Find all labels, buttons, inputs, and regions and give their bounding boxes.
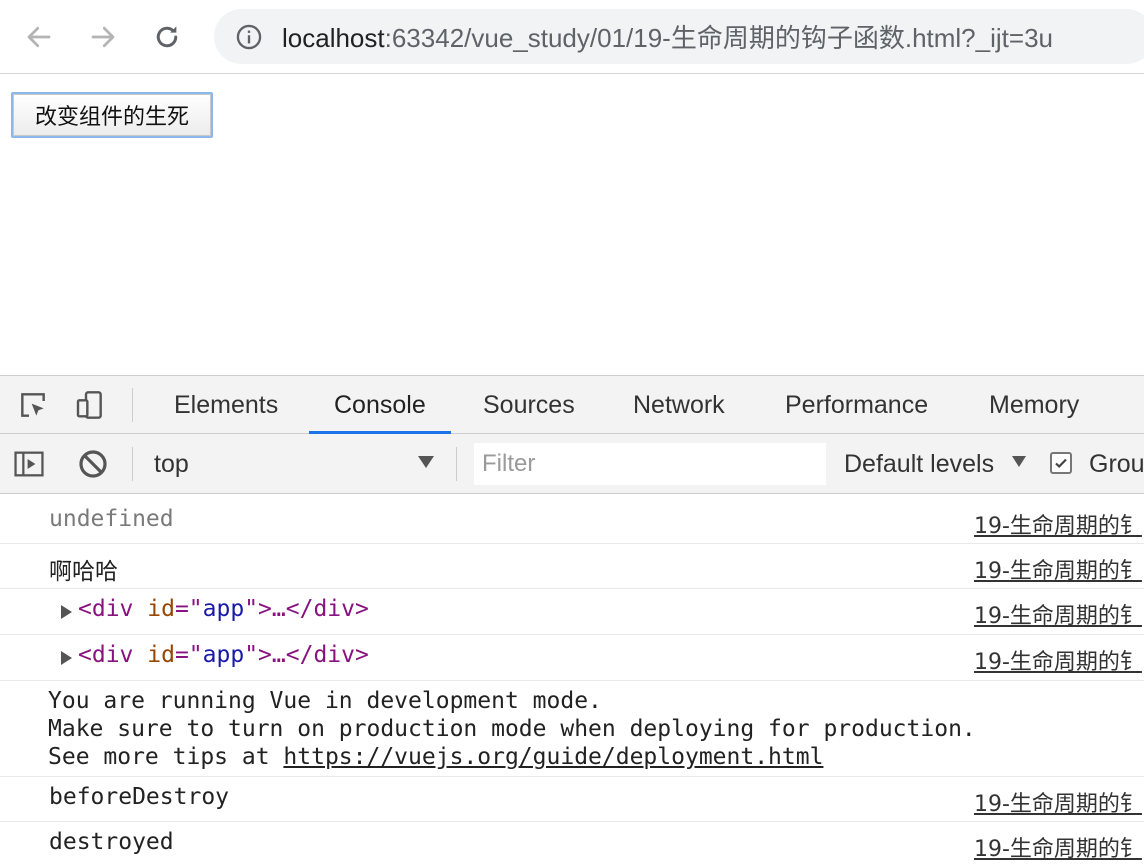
arrow-left-icon xyxy=(27,26,51,48)
arrow-right-icon xyxy=(91,26,115,48)
tab-memory[interactable]: Memory xyxy=(964,376,1104,434)
source-link[interactable]: 19-生命周期的钅 xyxy=(974,644,1142,676)
filter-input[interactable] xyxy=(474,443,826,485)
toggle-component-button[interactable]: 改变组件的生死 xyxy=(11,92,213,138)
console-message: undefined 19-生命周期的钅 xyxy=(0,494,1144,544)
inspect-cursor-icon xyxy=(21,393,45,417)
tab-console[interactable]: Console xyxy=(309,376,451,434)
source-link[interactable]: 19-生命周期的钅 xyxy=(974,831,1142,863)
forward-button[interactable] xyxy=(86,20,120,54)
console-message: You are running Vue in development mode.… xyxy=(0,681,1144,777)
console-output: undefined 19-生命周期的钅 啊哈哈 19-生命周期的钅 <div i… xyxy=(0,494,1144,864)
url-path: :63342/vue_study/01/19-生命周期的钩子函数.html?_i… xyxy=(384,23,1053,53)
devtools-panel: Elements Console Sources Network Perform… xyxy=(0,375,1144,864)
browser-toolbar: localhost:63342/vue_study/01/19-生命周期的钩子函… xyxy=(0,0,1144,74)
expand-triangle-icon[interactable] xyxy=(61,651,72,665)
chevron-down-icon[interactable] xyxy=(418,456,434,468)
message-text: beforeDestroy xyxy=(49,784,230,810)
tab-sources[interactable]: Sources xyxy=(458,376,600,434)
group-similar-checkbox[interactable] xyxy=(1050,452,1072,474)
device-icon xyxy=(76,391,102,419)
deployment-link[interactable]: https://vuejs.org/guide/deployment.html xyxy=(283,744,823,770)
reload-icon xyxy=(156,26,178,48)
message-text: 啊哈哈 xyxy=(49,559,118,585)
tab-elements[interactable]: Elements xyxy=(149,376,303,434)
address-bar[interactable]: localhost:63342/vue_study/01/19-生命周期的钩子函… xyxy=(214,9,1144,64)
console-message[interactable]: <div id="app">…</div> 19-生命周期的钅 xyxy=(0,589,1144,635)
message-line: You are running Vue in development mode. xyxy=(48,688,602,714)
element-node[interactable]: <div id="app">…</div> xyxy=(78,596,369,622)
log-levels-select[interactable]: Default levels xyxy=(844,446,994,482)
source-link[interactable]: 19-生命周期的钅 xyxy=(974,508,1142,540)
expand-triangle-icon[interactable] xyxy=(61,605,72,619)
message-text: destroyed xyxy=(49,829,174,855)
group-similar-label: Grou xyxy=(1089,450,1144,478)
console-message[interactable]: <div id="app">…</div> 19-生命周期的钅 xyxy=(0,635,1144,681)
console-message: destroyed 19-生命周期的钅 xyxy=(0,822,1144,864)
devtools-tabbar: Elements Console Sources Network Perform… xyxy=(0,376,1144,434)
message-line: See more tips at https://vuejs.org/guide… xyxy=(48,744,824,770)
console-toolbar-divider xyxy=(132,447,133,481)
source-link[interactable]: 19-生命周期的钅 xyxy=(974,553,1142,585)
sidebar-toggle-button[interactable] xyxy=(12,447,46,481)
inspect-element-button[interactable] xyxy=(16,388,50,422)
console-message: beforeDestroy 19-生命周期的钅 xyxy=(0,777,1144,822)
source-link[interactable]: 19-生命周期的钅 xyxy=(974,598,1142,630)
page-content: 改变组件的生死 xyxy=(0,75,1144,375)
chevron-down-icon[interactable] xyxy=(1012,456,1026,467)
console-toolbar-divider xyxy=(456,447,457,481)
console-toolbar: top Default levels Grou xyxy=(0,434,1144,494)
context-select[interactable]: top xyxy=(154,446,444,482)
tab-performance[interactable]: Performance xyxy=(760,376,953,434)
url-host: localhost xyxy=(282,23,385,53)
reload-button[interactable] xyxy=(150,20,184,54)
info-icon[interactable] xyxy=(234,22,264,52)
source-link[interactable]: 19-生命周期的钅 xyxy=(974,786,1142,818)
message-text: undefined xyxy=(49,506,174,532)
sidebar-toggle-icon xyxy=(14,451,44,477)
console-message: 啊哈哈 19-生命周期的钅 xyxy=(0,544,1144,589)
clear-console-button[interactable] xyxy=(76,447,110,481)
block-icon xyxy=(79,450,107,478)
message-line: Make sure to turn on production mode whe… xyxy=(48,716,976,742)
url-text: localhost:63342/vue_study/01/19-生命周期的钩子函… xyxy=(282,18,1053,55)
tab-network[interactable]: Network xyxy=(608,376,750,434)
back-button[interactable] xyxy=(22,20,56,54)
tabbar-divider xyxy=(132,388,133,422)
device-toolbar-button[interactable] xyxy=(73,388,107,422)
check-icon xyxy=(1055,458,1067,469)
element-node[interactable]: <div id="app">…</div> xyxy=(78,642,369,668)
